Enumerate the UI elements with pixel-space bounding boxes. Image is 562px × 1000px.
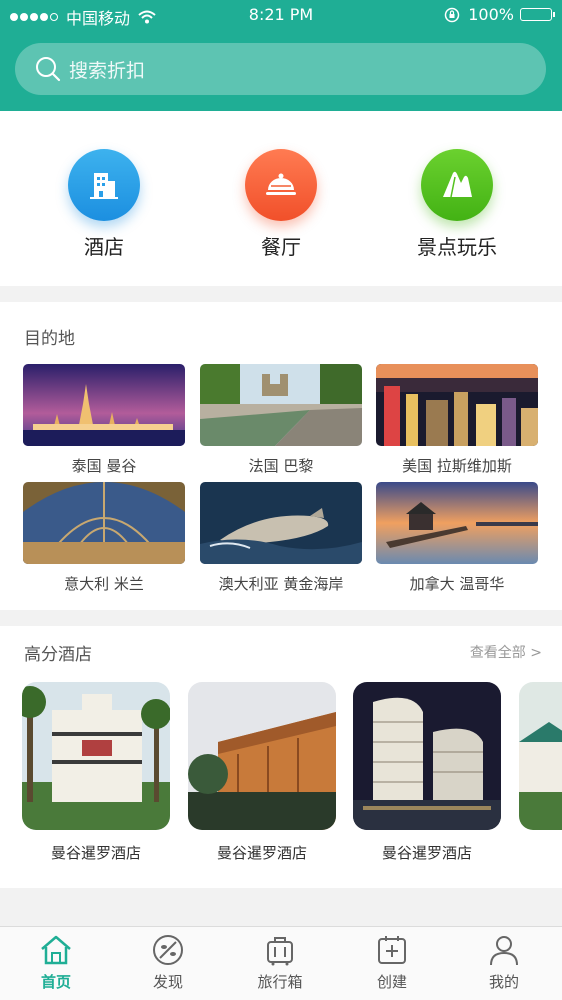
hotel-name: 曼谷暹罗酒店 bbox=[381, 844, 472, 862]
destination-label: 美国 拉斯维加斯 bbox=[402, 457, 512, 475]
battery-percent: 100% bbox=[468, 5, 514, 24]
destination-image-vancouver bbox=[376, 482, 538, 564]
hotel-card[interactable]: 曼谷暹罗酒店 bbox=[188, 682, 336, 863]
destination-label: 法国 巴黎 bbox=[248, 457, 314, 475]
status-bar: 中国移动 8:21 PM 100% bbox=[0, 0, 562, 30]
category-hotel[interactable]: 酒店 bbox=[44, 149, 164, 260]
hotel-image bbox=[22, 682, 170, 830]
destination-image-bangkok bbox=[23, 364, 185, 446]
top-hotels-section: 高分酒店 查看全部 > 曼谷暹罗酒店 曼谷暹罗酒店 曼谷暹罗酒店 bbox=[0, 626, 562, 888]
orientation-lock-icon bbox=[445, 7, 460, 22]
search-input[interactable]: 搜索折扣 bbox=[15, 43, 546, 95]
destination-image-milan bbox=[23, 482, 185, 564]
hotel-name: 曼谷暹罗酒店 bbox=[216, 844, 307, 862]
battery-icon bbox=[520, 8, 555, 21]
profile-icon bbox=[490, 936, 518, 966]
section-title: 目的地 bbox=[24, 329, 75, 349]
hotel-card[interactable]: 曼谷暹罗酒店 bbox=[22, 682, 170, 863]
hotel-card[interactable]: 曼谷暹罗酒店 bbox=[353, 682, 501, 863]
mountain-icon bbox=[421, 149, 493, 221]
discover-icon bbox=[153, 935, 183, 965]
hotel-card[interactable]: 曼 bbox=[519, 682, 562, 863]
view-all-link[interactable]: 查看全部 > bbox=[470, 642, 542, 662]
tab-label: 发现 bbox=[152, 973, 183, 991]
destination-label: 加拿大 温哥华 bbox=[409, 575, 505, 593]
destination-card[interactable]: 澳大利亚 黄金海岸 bbox=[200, 482, 362, 598]
hotel-image bbox=[353, 682, 501, 830]
destination-card[interactable]: 意大利 米兰 bbox=[23, 482, 185, 598]
restaurant-cloche-icon bbox=[245, 149, 317, 221]
category-restaurant[interactable]: 餐厅 bbox=[221, 149, 341, 260]
tab-label: 首页 bbox=[40, 973, 71, 991]
header: 中国移动 8:21 PM 100% 搜索折扣 bbox=[0, 0, 562, 111]
destination-card[interactable]: 泰国 曼谷 bbox=[23, 364, 185, 480]
tab-label: 创建 bbox=[376, 973, 407, 991]
search-icon bbox=[36, 57, 61, 82]
category-label: 景点玩乐 bbox=[417, 235, 497, 259]
category-label: 餐厅 bbox=[261, 235, 301, 259]
tab-suitcase[interactable]: 旅行箱 bbox=[224, 933, 336, 992]
tab-create[interactable]: 创建 bbox=[336, 933, 448, 992]
tab-label: 我的 bbox=[488, 973, 519, 991]
destination-label: 泰国 曼谷 bbox=[71, 457, 137, 475]
destination-card[interactable]: 加拿大 温哥华 bbox=[376, 482, 538, 598]
destination-image-paris bbox=[200, 364, 362, 446]
hotel-image bbox=[519, 682, 562, 830]
destination-card[interactable]: 美国 拉斯维加斯 bbox=[376, 364, 538, 480]
home-icon bbox=[41, 935, 71, 965]
destination-card[interactable]: 法国 巴黎 bbox=[200, 364, 362, 480]
tab-profile[interactable]: 我的 bbox=[448, 933, 560, 992]
create-icon bbox=[378, 936, 406, 964]
destination-label: 澳大利亚 黄金海岸 bbox=[218, 575, 344, 593]
section-title: 高分酒店 bbox=[24, 645, 92, 665]
category-grid: 酒店 餐厅 景点玩乐 bbox=[0, 111, 562, 286]
suitcase-icon bbox=[267, 937, 293, 966]
hotel-image bbox=[188, 682, 336, 830]
category-scenic[interactable]: 景点玩乐 bbox=[397, 149, 517, 260]
destination-image-las-vegas bbox=[376, 364, 538, 446]
tab-bar: 首页 发现 旅行箱 创建 我的 bbox=[0, 926, 562, 1000]
destination-image-gold-coast bbox=[200, 482, 362, 564]
category-label: 酒店 bbox=[84, 235, 124, 259]
destination-label: 意大利 米兰 bbox=[64, 575, 144, 593]
tab-label: 旅行箱 bbox=[257, 973, 303, 991]
hotel-name: 曼 bbox=[519, 842, 562, 863]
destinations-section: 目的地 泰国 曼谷 法国 巴黎 美国 拉斯维加斯 意大利 米兰 澳大利亚 黄金海… bbox=[0, 302, 562, 610]
hotel-icon bbox=[68, 149, 140, 221]
status-right: 100% bbox=[444, 5, 555, 24]
search-placeholder: 搜索折扣 bbox=[69, 59, 146, 82]
tab-discover[interactable]: 发现 bbox=[112, 933, 224, 992]
tab-home[interactable]: 首页 bbox=[0, 933, 112, 992]
hotel-name: 曼谷暹罗酒店 bbox=[50, 844, 141, 862]
